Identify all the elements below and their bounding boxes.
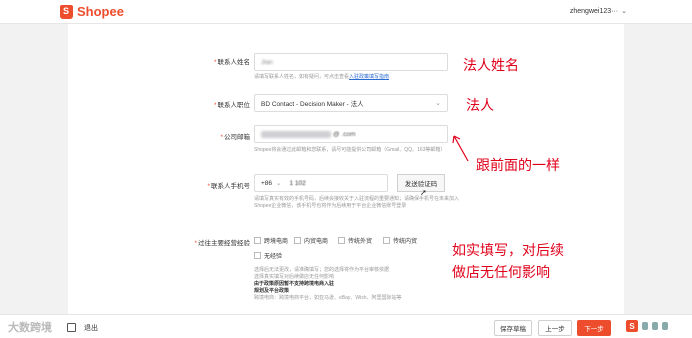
shopee-bag-icon [60, 4, 73, 19]
next-step-button[interactable]: 下一步 [577, 320, 611, 336]
checkbox[interactable] [294, 237, 301, 244]
contact-phone-input[interactable]: +86 ⌄ 1 102 [254, 174, 388, 192]
company-email-input[interactable]: @ .com [254, 125, 448, 143]
shopee-logo[interactable]: Shopee [60, 4, 124, 19]
contact-title-select[interactable]: BD Contact - Decision Maker - 法人 ⌄ [254, 94, 448, 112]
annotation-legal-name: 法人姓名 [463, 58, 519, 74]
policy-guide-link[interactable]: 入驻政策填写指南 [349, 74, 389, 80]
contact-phone-label: *联系人手机号 [207, 183, 250, 190]
chevron-down-icon: ⌄ [276, 180, 282, 187]
experience-option-cross-border[interactable]: 跨境电商 [254, 236, 288, 245]
checkbox[interactable] [338, 237, 345, 244]
checkbox[interactable] [254, 237, 261, 244]
sogou-input-icon[interactable]: S [626, 320, 638, 332]
chevron-down-icon: ⌄ [621, 8, 627, 15]
contact-name-input[interactable]: Jian [254, 53, 448, 71]
contact-name-hint: 请填写联系人姓名，如有疑问，可点击查看入驻政策填写指南 [254, 74, 390, 80]
contact-name-label: *联系人姓名 [213, 59, 250, 66]
top-bar: Shopee zhengwei123··· ⌄ [0, 0, 692, 24]
brand-name: Shopee [77, 4, 124, 19]
username: zhengwei123··· [569, 7, 619, 15]
experience-hint: 选择后无法更改，请准确填写；您的选择将作为平台审核依据 选择真实填写对后续做店无… [254, 267, 402, 301]
user-menu[interactable]: zhengwei123··· ⌄ [569, 7, 627, 16]
bottom-action-bar: 大数跨境 退出 保存草稿 上一步 下一步 S [0, 314, 692, 338]
experience-label: *过往主要经营经验 [194, 240, 250, 247]
exit-button[interactable]: 退出 [84, 323, 98, 333]
annotation-arrow-icon [452, 135, 469, 162]
microphone-icon[interactable] [652, 322, 658, 330]
exit-icon[interactable] [67, 323, 76, 332]
previous-step-button[interactable]: 上一步 [538, 320, 572, 336]
annotation-legal-person: 法人 [466, 98, 494, 114]
contact-phone-hint: 请填写真实有效的手机号码，后续会接收关于入驻流程的重要通知；请确保手机号在未来加… [254, 196, 460, 209]
checkbox[interactable] [254, 252, 261, 259]
experience-option-traditional-domestic[interactable]: 传统内贸 [383, 236, 417, 245]
watermark: 大数跨境 [8, 322, 52, 334]
annotation-same-as-before: 跟前面的一样 [476, 158, 560, 174]
save-draft-button[interactable]: 保存草稿 [494, 320, 532, 336]
keyboard-icon[interactable] [662, 322, 668, 330]
company-email-label: *公司邮箱 [220, 134, 250, 141]
checkbox[interactable] [383, 237, 390, 244]
experience-option-none[interactable]: 无经验 [254, 251, 282, 260]
country-code-select[interactable]: +86 [261, 180, 272, 187]
company-email-hint: Shopee将会通过此邮箱和您联系，请尽可能提供公司邮箱（Gmail、QQ、16… [254, 147, 446, 153]
punctuation-icon[interactable] [642, 322, 648, 330]
system-tray: S [626, 320, 668, 332]
contact-title-label: *联系人职位 [213, 102, 250, 109]
annotation-fill-truthfully: 如实填写，对后续 [452, 243, 564, 259]
experience-option-domestic-ecommerce[interactable]: 内贸电商 [294, 236, 328, 245]
chevron-down-icon: ⌄ [435, 100, 441, 107]
annotation-no-impact: 做店无任何影响 [452, 265, 550, 281]
experience-option-traditional-export[interactable]: 传统外贸 [338, 236, 372, 245]
